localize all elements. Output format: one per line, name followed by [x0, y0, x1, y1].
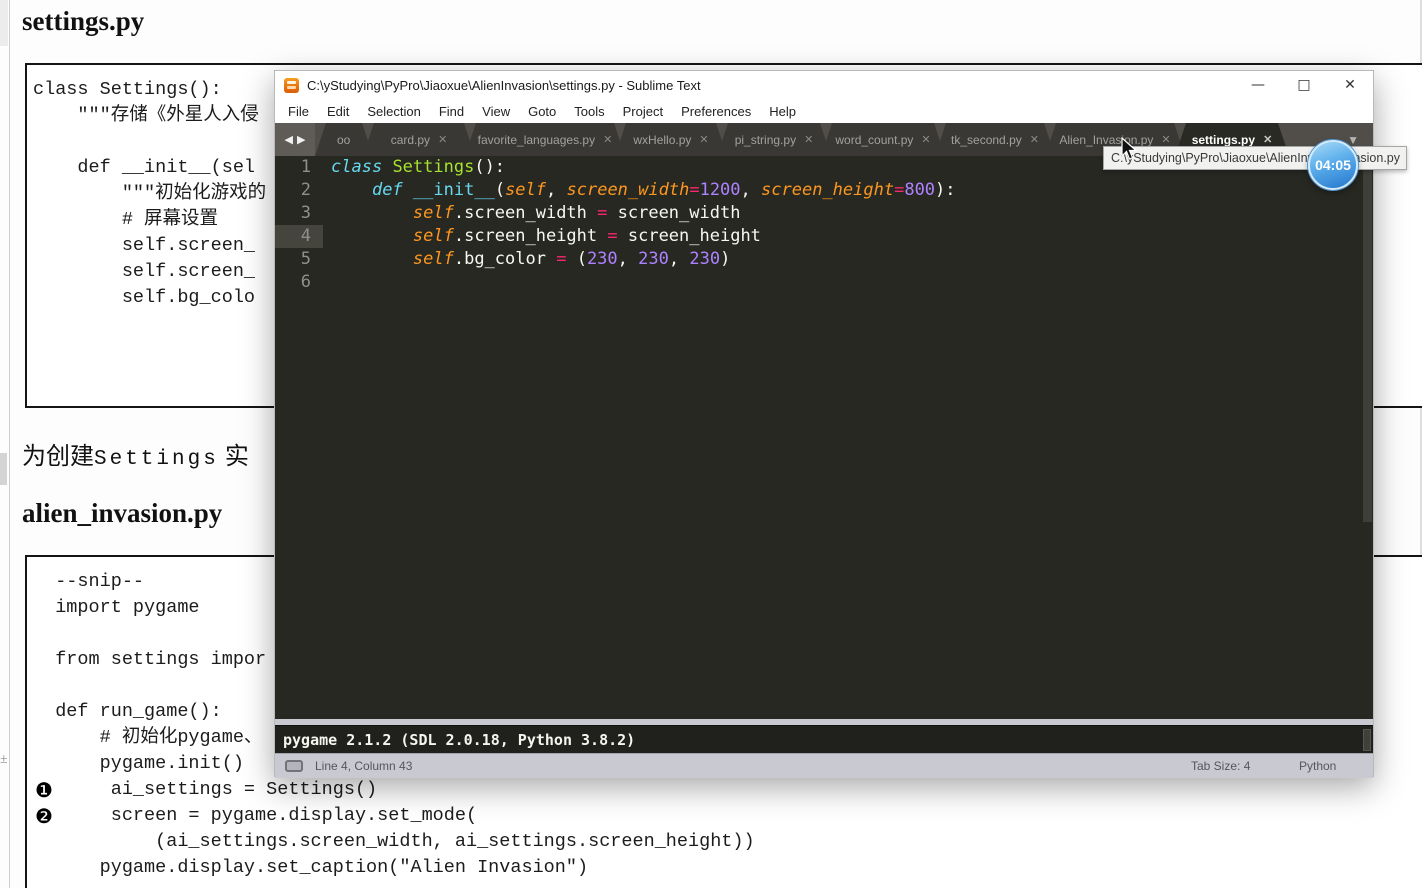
tab-label: oo [337, 132, 351, 147]
editor-area[interactable]: 1 class Settings(): 2 def __init__(self, s… [275, 156, 1373, 719]
tab-pi-string-py[interactable]: pi_string.py ✕ [717, 123, 831, 156]
menu-item-selection[interactable]: Selection [358, 104, 429, 119]
tab-label: pi_string.py [734, 132, 797, 147]
menu-bar: File Edit Selection Find View Goto Tools Projec… [275, 99, 1373, 123]
doc-paragraph-zh-suffix: 实 [218, 444, 249, 470]
code-text: def __init__(self, screen_width=1200, sc… [371, 180, 956, 200]
cursor-position: Line 4, Column 43 [315, 759, 413, 773]
code-line[interactable]: 3 self.screen_width = screen_width [275, 202, 1373, 225]
tab-close-icon[interactable]: ✕ [603, 133, 612, 146]
line-number: 1 [300, 157, 311, 177]
tab-close-icon[interactable]: ✕ [1263, 133, 1272, 146]
tab-label: wxHello.py [633, 132, 692, 147]
tab-tk-second-py[interactable]: tk_second.py ✕ [935, 123, 1055, 156]
code-text: self.screen_width = screen_width [412, 203, 741, 223]
panel-toggle-icon[interactable] [285, 760, 303, 772]
tab-forward-icon[interactable]: ▶ [297, 133, 305, 146]
doc-annotation-marker: ❶ [35, 778, 53, 802]
doc-paragraph-code: Settings [94, 448, 219, 471]
editor-scrollbar-thumb[interactable] [1363, 162, 1372, 522]
tab-size-indicator[interactable]: Tab Size: 4 [1191, 759, 1250, 773]
tab-word-count-py[interactable]: word_count.py ✕ [821, 123, 945, 156]
tab-close-icon[interactable]: ✕ [699, 133, 708, 146]
tab-label: card.py [390, 132, 431, 147]
viewer-corner-fragment [0, 0, 8, 46]
desktop: ± settings.py class Settings(): """存储《外星… [0, 0, 1422, 888]
tab-oo[interactable]: oo [315, 123, 373, 156]
menu-item-view[interactable]: View [473, 104, 519, 119]
tab-close-icon[interactable]: ✕ [921, 133, 930, 146]
code-line[interactable]: 5 self.bg_color = (230, 230, 230) [275, 248, 1373, 271]
console-output: pygame 2.1.2 (SDL 2.0.18, Python 3.8.2) [283, 730, 636, 749]
tab-close-icon[interactable]: ✕ [804, 133, 813, 146]
tab-label: word_count.py [835, 132, 914, 147]
console-scrollbar-thumb[interactable] [1363, 729, 1371, 751]
line-number: 2 [300, 180, 311, 200]
doc-paragraph: 为创建Settings 实 [22, 442, 249, 472]
console-panel[interactable]: pygame 2.1.2 (SDL 2.0.18, Python 3.8.2) [275, 725, 1373, 753]
tab-close-icon[interactable]: ✕ [1161, 133, 1170, 146]
code-line[interactable]: 6 [275, 271, 1373, 294]
doc-code-line: ❷ screen = pygame.display.set_mode( [33, 804, 478, 828]
doc-code-line: pygame.display.set_caption("Alien Invasi… [33, 857, 589, 878]
status-bar: Line 4, Column 43 Tab Size: 4 Python [275, 753, 1373, 778]
doc-code-line: (ai_settings.screen_width, ai_settings.s… [33, 831, 755, 852]
code-text: self.bg_color = (230, 230, 230) [412, 249, 731, 269]
tab-wxhello-py[interactable]: wxHello.py ✕ [615, 123, 727, 156]
sublime-window: C:\yStudying\PyPro\Jiaoxue\AlienInvasion… [274, 70, 1374, 778]
tab-close-icon[interactable]: ✕ [1030, 133, 1039, 146]
sublime-icon [284, 77, 299, 93]
menu-item-preferences[interactable]: Preferences [672, 104, 760, 119]
menu-item-file[interactable]: File [279, 104, 318, 119]
window-controls: — □ ✕ [1235, 71, 1373, 99]
mouse-cursor [1121, 137, 1138, 160]
code-line[interactable]: 4 self.screen_height = screen_height [275, 225, 1373, 248]
syntax-indicator[interactable]: Python [1299, 759, 1336, 773]
code-line[interactable]: 2 def __init__(self, screen_width=1200, … [275, 179, 1373, 202]
line-number: 3 [300, 203, 311, 223]
code-text: class Settings(): [331, 157, 506, 177]
recording-timer-badge: 04:05 [1308, 140, 1358, 190]
line-number: 6 [300, 272, 311, 292]
menu-item-project[interactable]: Project [614, 104, 672, 119]
line-number: 4 [300, 226, 311, 246]
tab-favorite-languages-py[interactable]: favorite_languages.py ✕ [465, 123, 625, 156]
doc-annotation-marker: ❷ [35, 804, 53, 828]
menu-item-help[interactable]: Help [760, 104, 805, 119]
doc-heading-settings-py: settings.py [22, 6, 145, 36]
tab-back-icon[interactable]: ◀ [285, 133, 293, 146]
maximize-button[interactable]: □ [1281, 71, 1327, 99]
window-title: C:\yStudying\PyPro\Jiaoxue\AlienInvasion… [307, 77, 701, 93]
tab-close-icon[interactable]: ✕ [438, 133, 447, 146]
viewer-edge-text-fragment: ± [0, 752, 7, 767]
menu-item-goto[interactable]: Goto [519, 104, 565, 119]
menu-item-find[interactable]: Find [430, 104, 473, 119]
tab-label: settings.py [1191, 132, 1256, 147]
tab-nav-arrows[interactable]: ◀ ▶ [275, 123, 315, 156]
viewer-scrollbar-thumb[interactable] [0, 453, 7, 485]
tab-label: tk_second.py [951, 132, 1022, 147]
menu-item-edit[interactable]: Edit [318, 104, 358, 119]
doc-paragraph-zh-prefix: 为创建 [22, 444, 94, 470]
doc-heading-alien-invasion-py: alien_invasion.py [22, 498, 223, 528]
editor-scrollbar[interactable] [1363, 160, 1372, 715]
title-bar[interactable]: C:\yStudying\PyPro\Jiaoxue\AlienInvasion… [275, 71, 1373, 99]
menu-item-tools[interactable]: Tools [565, 104, 613, 119]
tab-label: favorite_languages.py [477, 132, 596, 147]
tab-path-tooltip: C:\yStudying\PyPro\Jiaoxue\AlienInvasio … [1103, 146, 1407, 170]
tab-card-py[interactable]: card.py ✕ [363, 123, 475, 156]
doc-code-line: ❶ ai_settings = Settings() [33, 778, 378, 802]
viewer-left-edge [9, 0, 10, 888]
close-button[interactable]: ✕ [1327, 71, 1373, 99]
minimize-button[interactable]: — [1235, 71, 1281, 99]
line-number: 5 [300, 249, 311, 269]
code-text: self.screen_height = screen_height [412, 226, 761, 246]
